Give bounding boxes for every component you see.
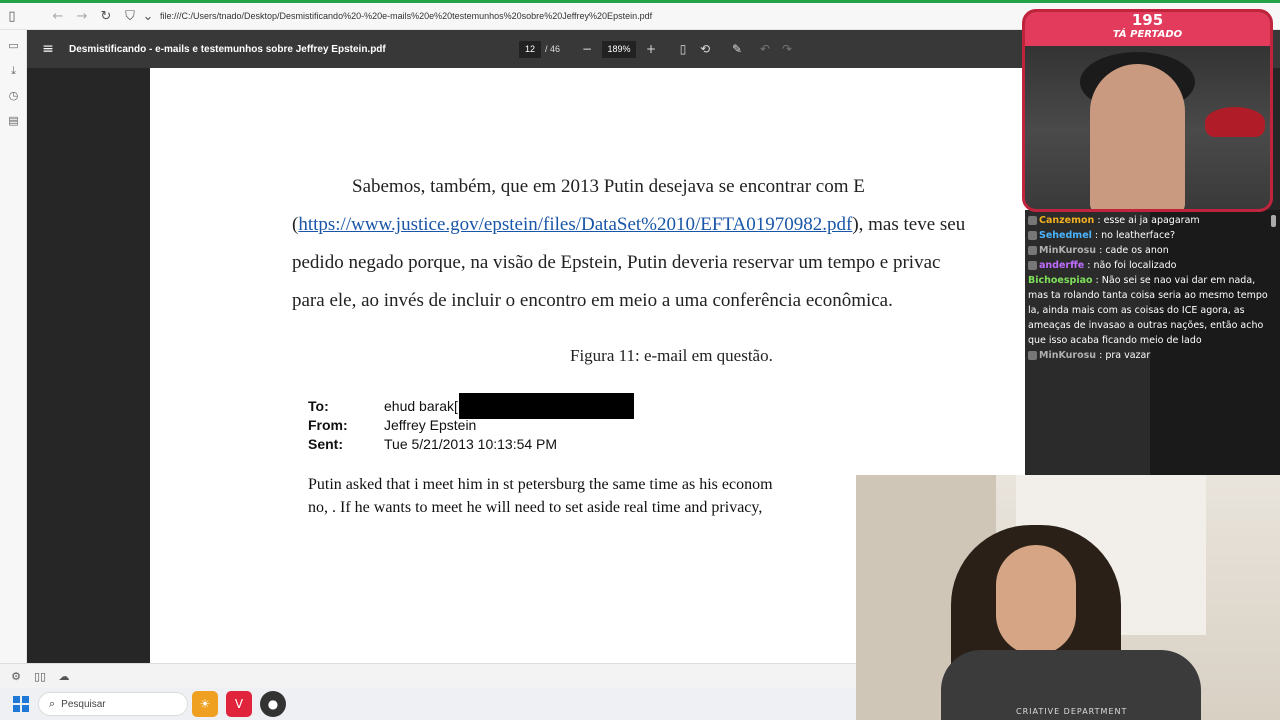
split-icon[interactable]: ▯▯ bbox=[28, 670, 52, 683]
figure-caption: Figura 11: e-mail em questão. bbox=[570, 346, 773, 365]
email-body-line-2: no, . If he wants to meet he will need t… bbox=[308, 499, 763, 516]
page-total: / 46 bbox=[545, 44, 561, 54]
chat-user: anderffe bbox=[1039, 260, 1085, 271]
search-icon: ⌕ bbox=[49, 697, 56, 710]
browser-statusbar: ⚙ ▯▯ ☁ bbox=[0, 663, 856, 688]
email-to-row: To: ehud barak[ bbox=[308, 392, 634, 419]
rotate-icon[interactable]: ⟲ bbox=[694, 42, 716, 56]
justice-link[interactable]: https://www.justice.gov/epstein/files/Da… bbox=[298, 214, 852, 235]
zoom-in-button[interactable]: + bbox=[640, 42, 662, 56]
cloud-icon[interactable]: ☁ bbox=[52, 670, 76, 683]
para-line-4: para ele, ao invés de incluir o encontro… bbox=[292, 290, 893, 311]
fit-page-icon[interactable]: ▯ bbox=[672, 42, 694, 56]
obs-icon[interactable]: ● bbox=[260, 691, 286, 717]
redo-icon[interactable]: ↷ bbox=[776, 42, 798, 56]
email-body: Putin asked that i meet him in st peters… bbox=[308, 473, 773, 519]
chat-text: : cade os anon bbox=[1099, 245, 1169, 256]
back-icon[interactable]: ← bbox=[46, 4, 70, 28]
windows-start-icon[interactable] bbox=[10, 693, 32, 715]
paragraph: Sabemos, também, que em 2013 Putin desej… bbox=[292, 168, 1052, 320]
chat-badge-icon bbox=[1028, 261, 1037, 270]
counter-label: TÁ PERTADO bbox=[1112, 29, 1183, 40]
shirt-text: CRIATIVE DEPARTMENT bbox=[1016, 707, 1128, 716]
para-line-2-end: ), mas teve seu bbox=[852, 214, 966, 235]
collections-icon[interactable]: ▤ bbox=[0, 108, 27, 133]
webcam-overlay-bottom: CRIATIVE DEPARTMENT bbox=[856, 475, 1280, 720]
zoom-out-button[interactable]: − bbox=[576, 42, 598, 56]
taskbar: ⌕ Pesquisar ☀ V ● bbox=[0, 688, 856, 720]
to-label: To: bbox=[308, 397, 329, 414]
settings-icon[interactable]: ⚙ bbox=[4, 670, 28, 683]
download-icon[interactable]: ⤓ bbox=[0, 58, 27, 83]
chat-text: : no leatherface? bbox=[1094, 230, 1176, 241]
undo-icon[interactable]: ↶ bbox=[754, 42, 776, 56]
page-number-input[interactable]: 12 bbox=[519, 40, 541, 58]
redaction-bar bbox=[458, 392, 634, 419]
counter-value: 195 bbox=[1131, 11, 1164, 29]
para-line-1: Sabemos, também, que em 2013 Putin desej… bbox=[352, 176, 865, 197]
search-placeholder: Pesquisar bbox=[61, 698, 106, 710]
para-line-2: (https://www.justice.gov/epstein/files/D… bbox=[292, 206, 1052, 244]
chat-user: Canzemon bbox=[1039, 215, 1095, 226]
sent-value: Tue 5/21/2013 10:13:54 PM bbox=[384, 435, 558, 452]
from-value: Jeffrey Epstein bbox=[384, 416, 477, 433]
sent-label: Sent: bbox=[308, 435, 343, 452]
chat-message: Canzemon : esse ai ja apagaram bbox=[1028, 213, 1277, 228]
from-label: From: bbox=[308, 416, 348, 433]
chat-text: : esse ai ja apagaram bbox=[1097, 215, 1200, 226]
draw-icon[interactable]: ✎ bbox=[726, 42, 748, 56]
chat-user: Sehedmel bbox=[1039, 230, 1092, 241]
chat-message: Sehedmel : no leatherface? bbox=[1028, 228, 1277, 243]
scrollbar-thumb[interactable] bbox=[1271, 215, 1276, 227]
chat-badge-icon bbox=[1028, 246, 1037, 255]
url-text[interactable]: file:///C:/Users/tnado/Desktop/Desmistif… bbox=[160, 11, 652, 21]
history-icon[interactable]: ◷ bbox=[0, 83, 27, 108]
chat-message: Bichoespiao : Não sei se nao vai dar em … bbox=[1028, 273, 1277, 348]
para-line-3: pedido negado porque, na visão de Epstei… bbox=[292, 252, 941, 273]
counter-banner: 195 TÁ PERTADO bbox=[1025, 12, 1270, 46]
sidebar-toggle-icon[interactable]: ▯ bbox=[0, 4, 24, 28]
chat-user: MinKurosu bbox=[1039, 245, 1097, 256]
shield-icon[interactable]: ⛉ bbox=[118, 4, 142, 28]
forward-icon[interactable]: → bbox=[70, 4, 94, 28]
browser-sidebar: ▭ ⤓ ◷ ▤ bbox=[0, 30, 27, 663]
chat-message: MinKurosu : pra vazar bbox=[1028, 348, 1277, 363]
chat-badge-icon bbox=[1028, 351, 1037, 360]
email-body-line-1: Putin asked that i meet him in st peters… bbox=[308, 476, 773, 493]
chat-text: : não foi localizado bbox=[1087, 260, 1177, 271]
chevron-down-icon[interactable]: ⌄ bbox=[142, 4, 154, 28]
taskbar-search[interactable]: ⌕ Pesquisar bbox=[38, 692, 188, 716]
zoom-level[interactable]: 189% bbox=[602, 40, 637, 58]
bookmark-icon[interactable]: ▭ bbox=[0, 33, 27, 58]
chat-badge-icon bbox=[1028, 231, 1037, 240]
chat-badge-icon bbox=[1028, 216, 1037, 225]
chat-user: Bichoespiao bbox=[1028, 275, 1093, 286]
pdf-title: Desmistificando - e-mails e testemunhos … bbox=[69, 43, 386, 55]
chat-user: MinKurosu bbox=[1039, 350, 1097, 361]
webcam-overlay-top: 195 TÁ PERTADO bbox=[1022, 9, 1273, 212]
to-value: ehud barak[ bbox=[384, 397, 458, 414]
chat-overlay: Canzemon : esse ai ja apagaram Sehedmel … bbox=[1025, 210, 1280, 475]
webcam-lamp bbox=[1205, 107, 1265, 137]
vivaldi-browser-icon[interactable]: V bbox=[226, 691, 252, 717]
email-sent-row: Sent: Tue 5/21/2013 10:13:54 PM bbox=[308, 434, 634, 453]
webcam-person-face bbox=[996, 545, 1076, 655]
chat-text: : pra vazar bbox=[1099, 350, 1151, 361]
reload-icon[interactable]: ↻ bbox=[94, 4, 118, 28]
menu-icon[interactable]: ≡ bbox=[27, 41, 69, 57]
widgets-icon[interactable]: ☀ bbox=[192, 691, 218, 717]
webcam-person bbox=[1090, 64, 1185, 209]
chat-message: MinKurosu : cade os anon bbox=[1028, 243, 1277, 258]
email-header: To: ehud barak[ From: Jeffrey Epstein Se… bbox=[308, 392, 634, 453]
chat-message: anderffe : não foi localizado bbox=[1028, 258, 1277, 273]
